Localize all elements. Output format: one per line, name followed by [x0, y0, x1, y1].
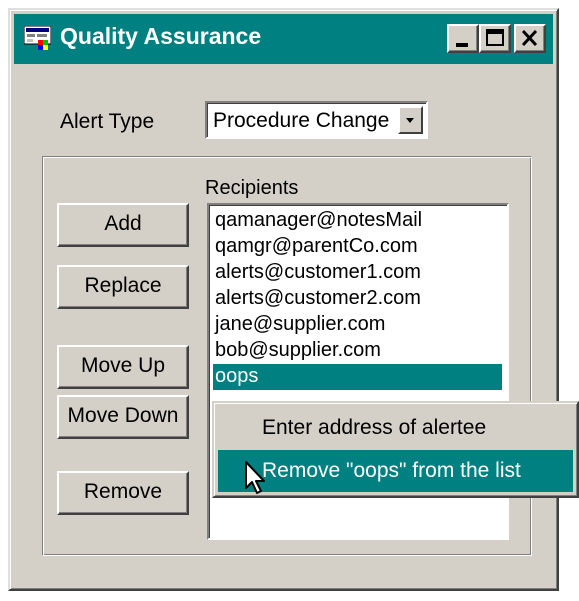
- list-item[interactable]: qamanager@notesMail: [213, 208, 502, 234]
- remove-button[interactable]: Remove: [57, 471, 189, 515]
- list-item[interactable]: alerts@customer1.com: [213, 260, 502, 286]
- replace-button[interactable]: Replace: [57, 265, 189, 309]
- close-icon: [521, 29, 538, 47]
- mouse-cursor-icon: [245, 461, 265, 494]
- menu-item-remove-oops[interactable]: Remove "oops" from the list: [218, 450, 573, 492]
- minimize-button[interactable]: [447, 24, 479, 53]
- list-item[interactable]: bob@supplier.com: [213, 338, 502, 364]
- maximize-button[interactable]: [479, 24, 511, 53]
- dropdown-button[interactable]: [398, 106, 423, 134]
- list-item-selected[interactable]: oops: [213, 364, 502, 390]
- title-bar[interactable]: Quality Assurance: [14, 14, 553, 64]
- alert-type-label: Alert Type: [60, 110, 155, 133]
- recipients-label: Recipients: [205, 177, 299, 199]
- move-up-button[interactable]: Move Up: [57, 345, 189, 389]
- menu-item-enter-address[interactable]: Enter address of alertee: [218, 407, 573, 449]
- minimize-icon: [456, 43, 468, 47]
- list-item[interactable]: jane@supplier.com: [213, 312, 502, 338]
- alert-type-dropdown[interactable]: Procedure Change: [205, 101, 428, 139]
- quality-assurance-window: Quality Assurance Alert Type Procedure C…: [8, 8, 579, 591]
- close-button[interactable]: [514, 24, 546, 53]
- alert-type-value: Procedure Change: [213, 109, 390, 132]
- chevron-down-icon: [406, 118, 414, 123]
- list-item[interactable]: alerts@customer2.com: [213, 286, 502, 312]
- move-down-button[interactable]: Move Down: [57, 395, 189, 439]
- maximize-icon: [486, 29, 504, 46]
- list-item[interactable]: qamgr@parentCo.com: [213, 234, 502, 260]
- app-icon: [24, 26, 51, 50]
- window-title: Quality Assurance: [60, 23, 262, 49]
- add-button[interactable]: Add: [57, 203, 189, 247]
